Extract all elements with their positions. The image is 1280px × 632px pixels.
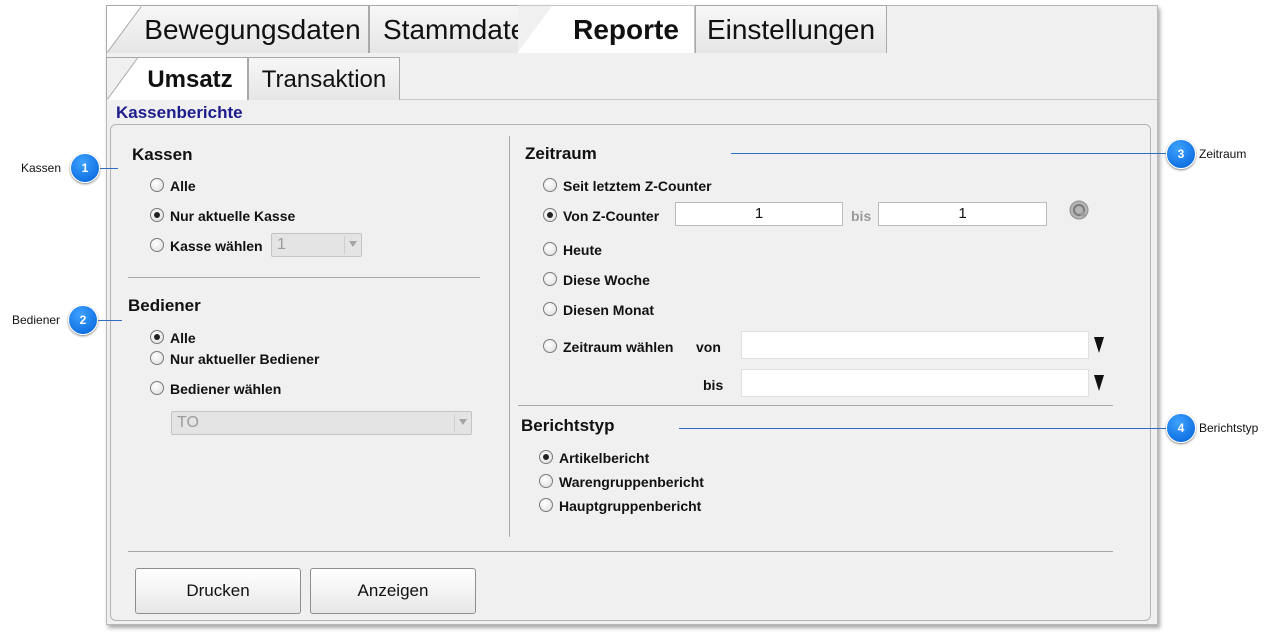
- tab-einstellungen[interactable]: Einstellungen: [695, 5, 887, 53]
- radio-bediener-aktueller[interactable]: [150, 351, 164, 365]
- radio-zeitraum-heute[interactable]: [543, 242, 557, 256]
- radio-berichtstyp-haupt[interactable]: [539, 498, 553, 512]
- radio-kassen-aktuelle[interactable]: [150, 208, 164, 222]
- divider-zeitraum-berichtstyp: [518, 405, 1113, 406]
- callout-line-1: [100, 168, 118, 169]
- subtab-label: Umsatz: [147, 66, 233, 93]
- radio-zeitraum-waehlen[interactable]: [543, 339, 557, 353]
- kassen-option-aktuelle: Nur aktuelle Kasse: [170, 208, 296, 224]
- date-from-dropdown-icon[interactable]: [1094, 337, 1104, 353]
- subtab-transaktion[interactable]: Transaktion: [248, 57, 400, 100]
- callout-label-zeitraum: Zeitraum: [1199, 147, 1247, 161]
- callout-label-kassen: Kassen: [21, 161, 62, 175]
- callout-badge-3: 3: [1166, 139, 1196, 169]
- subtab-umsatz[interactable]: Umsatz: [106, 57, 248, 100]
- zeitraum-option-seit-z: Seit letztem Z-Counter: [563, 178, 712, 194]
- tab-bewegungsdaten[interactable]: Bewegungsdaten: [106, 5, 369, 53]
- radio-zeitraum-woche[interactable]: [543, 272, 557, 286]
- zeitraum-option-waehlen: Zeitraum wählen: [563, 339, 674, 355]
- date-to-input[interactable]: [741, 369, 1089, 397]
- radio-berichtstyp-artikel[interactable]: [539, 450, 553, 464]
- radio-bediener-alle[interactable]: [150, 330, 164, 344]
- callout-badge-2: 2: [68, 305, 98, 335]
- zeitraum-option-monat: Diesen Monat: [563, 302, 655, 318]
- column-divider: [509, 136, 510, 537]
- tab-label: Reporte: [573, 14, 679, 45]
- kasse-select[interactable]: 1: [271, 233, 362, 257]
- bediener-select-value: TO: [177, 414, 199, 431]
- radio-berichtstyp-waren[interactable]: [539, 474, 553, 488]
- radio-zeitraum-monat[interactable]: [543, 302, 557, 316]
- subtab-label: Transaktion: [261, 66, 387, 93]
- chevron-down-icon: [349, 241, 357, 247]
- tab-reporte[interactable]: Reporte: [518, 5, 695, 53]
- section-title: Kassenberichte: [116, 103, 243, 122]
- callout-line-2: [98, 320, 122, 321]
- date-to-dropdown-icon[interactable]: [1094, 375, 1104, 391]
- callout-line-3: [731, 153, 1167, 154]
- callout-label-bediener: Bediener: [12, 313, 61, 327]
- kassen-option-alle: Alle: [170, 178, 196, 194]
- berichtstyp-heading: Berichtstyp: [521, 416, 615, 435]
- bediener-option-aktueller: Nur aktueller Bediener: [170, 351, 320, 367]
- bediener-option-alle: Alle: [170, 330, 196, 346]
- z-counter-from-input[interactable]: 1: [675, 202, 843, 226]
- z-counter-bis-label: bis: [851, 208, 872, 224]
- zeitraum-bis-label: bis: [703, 377, 724, 393]
- callout-line-4: [679, 428, 1166, 429]
- kassen-option-waehlen: Kasse wählen: [170, 238, 263, 254]
- show-button[interactable]: Anzeigen: [310, 568, 476, 614]
- berichtstyp-option-waren: Warengruppenbericht: [559, 474, 704, 490]
- berichtstyp-option-haupt: Hauptgruppenbericht: [559, 498, 702, 514]
- radio-zeitraum-seit-z[interactable]: [543, 178, 557, 192]
- kassen-heading: Kassen: [132, 145, 193, 164]
- callout-label-berichtstyp: Berichtstyp: [1199, 421, 1259, 435]
- zeitraum-option-von-z: Von Z-Counter: [563, 208, 660, 224]
- zeitraum-option-woche: Diese Woche: [563, 272, 650, 288]
- radio-bediener-waehlen[interactable]: [150, 381, 164, 395]
- callout-badge-4: 4: [1166, 413, 1196, 443]
- bediener-option-waehlen: Bediener wählen: [170, 381, 282, 397]
- berichtstyp-option-artikel: Artikelbericht: [559, 450, 650, 466]
- zeitraum-heading: Zeitraum: [525, 144, 597, 163]
- subtab-underline: [400, 99, 1157, 100]
- divider-kassen-bediener: [128, 277, 480, 278]
- tab-label: Einstellungen: [706, 14, 876, 45]
- zeitraum-von-label: von: [696, 339, 721, 355]
- callout-badge-1: 1: [70, 153, 100, 183]
- radio-kassen-alle[interactable]: [150, 178, 164, 192]
- z-counter-to-input[interactable]: 1: [878, 202, 1047, 226]
- chevron-down-icon: [459, 419, 467, 425]
- refresh-icon[interactable]: [1069, 200, 1091, 222]
- bediener-heading: Bediener: [128, 296, 201, 315]
- radio-zeitraum-von-z[interactable]: [543, 208, 557, 222]
- kasse-select-value: 1: [277, 236, 286, 253]
- tab-label: Bewegungsdaten: [144, 14, 361, 45]
- date-from-input[interactable]: [741, 331, 1089, 359]
- radio-kassen-waehlen[interactable]: [150, 238, 164, 252]
- zeitraum-option-heute: Heute: [563, 242, 602, 258]
- bediener-select[interactable]: TO: [171, 411, 472, 435]
- divider-buttons: [128, 551, 1113, 552]
- print-button[interactable]: Drucken: [135, 568, 301, 614]
